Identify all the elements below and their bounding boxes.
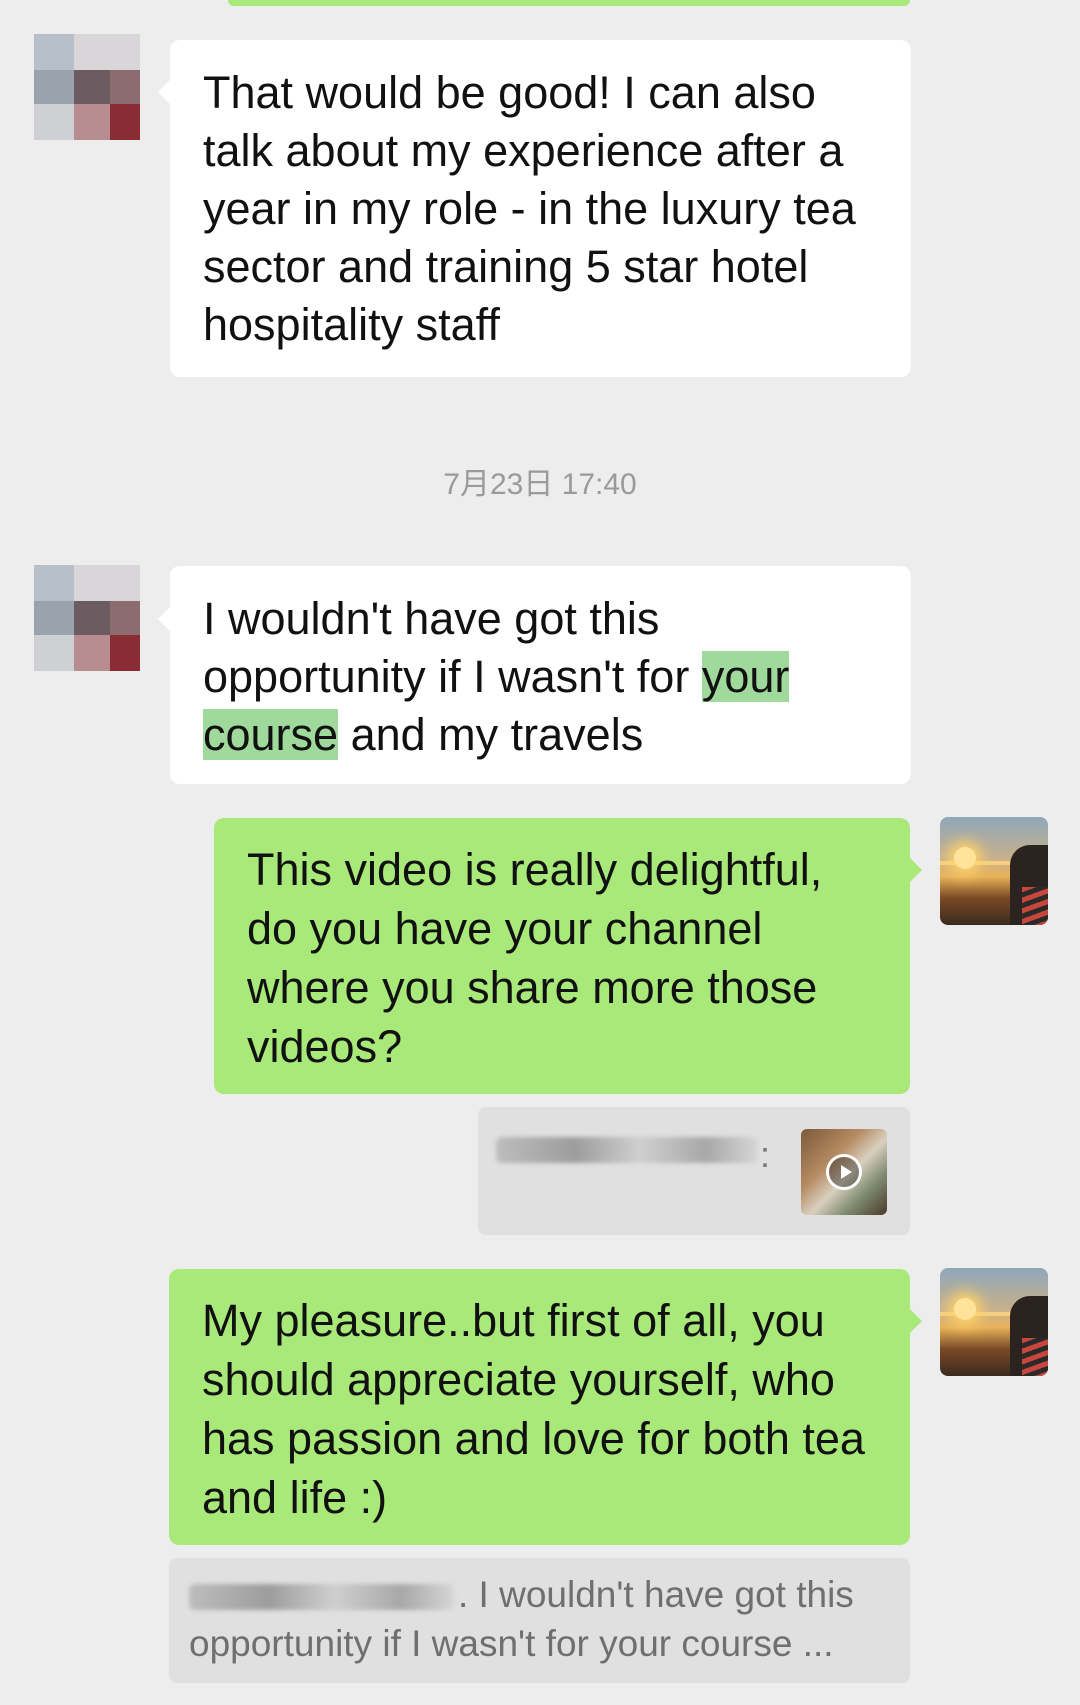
quoted-video[interactable]: : bbox=[478, 1107, 910, 1235]
message-text: and my travels bbox=[338, 709, 644, 760]
message-text: My pleasure..but first of all, you shoul… bbox=[202, 1295, 865, 1523]
blurred-sender-name bbox=[496, 1137, 758, 1163]
incoming-message-bubble[interactable]: That would be good! I can also talk abou… bbox=[170, 40, 911, 377]
blurred-sender-name bbox=[189, 1584, 454, 1611]
my-avatar[interactable] bbox=[940, 817, 1048, 925]
outgoing-message-bubble[interactable]: This video is really delightful, do you … bbox=[214, 818, 910, 1094]
message-text: This video is really delightful, do you … bbox=[247, 844, 823, 1072]
message-text: I wouldn't have got this opportunity if … bbox=[203, 593, 702, 702]
play-icon bbox=[826, 1154, 862, 1190]
incoming-message-bubble[interactable]: I wouldn't have got this opportunity if … bbox=[170, 566, 911, 784]
outgoing-message-bubble[interactable]: My pleasure..but first of all, you shoul… bbox=[169, 1269, 910, 1545]
contact-avatar[interactable] bbox=[34, 34, 140, 140]
video-thumbnail[interactable] bbox=[801, 1129, 887, 1215]
previous-message-bubble-edge bbox=[228, 0, 910, 6]
bubble-tail bbox=[158, 607, 170, 631]
my-avatar[interactable] bbox=[940, 1268, 1048, 1376]
bubble-tail bbox=[910, 858, 922, 882]
contact-avatar[interactable] bbox=[34, 565, 140, 671]
bubble-tail bbox=[910, 1309, 922, 1333]
timestamp: 7月23日 17:40 bbox=[443, 468, 637, 501]
quoted-reply[interactable]: . I wouldn't have got this opportunity i… bbox=[169, 1558, 910, 1683]
quote-colon: : bbox=[760, 1134, 771, 1175]
bubble-tail bbox=[158, 80, 170, 104]
message-text: That would be good! I can also talk abou… bbox=[203, 67, 856, 350]
